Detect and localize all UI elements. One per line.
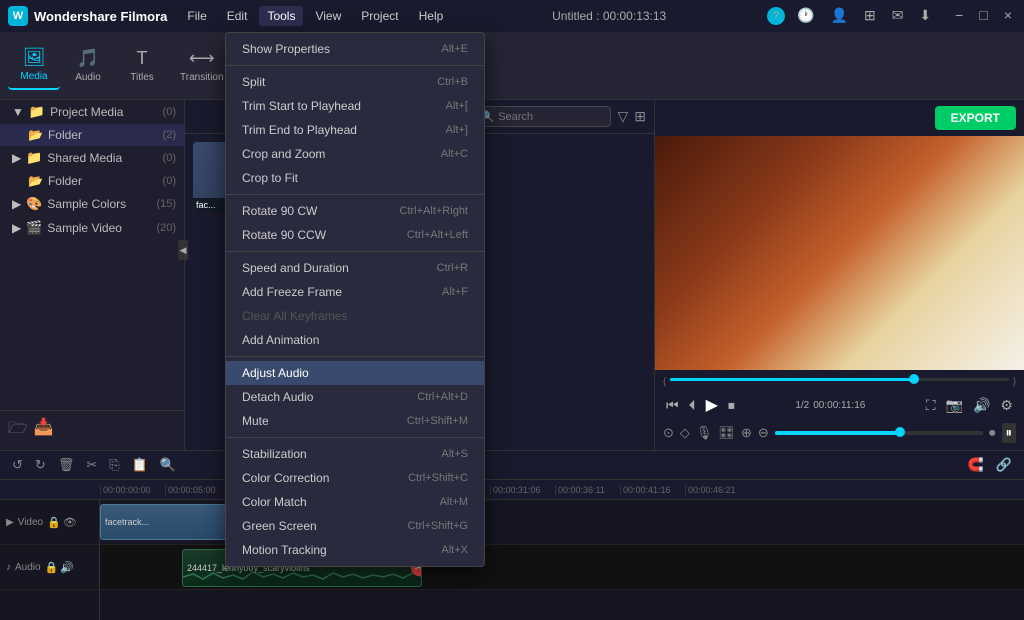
menu-green-screen[interactable]: Green Screen Ctrl+Shift+G <box>226 514 484 538</box>
menu-show-properties[interactable]: Show Properties Alt+E <box>226 37 484 61</box>
menu-speed-duration[interactable]: Speed and Duration Ctrl+R <box>226 256 484 280</box>
menu-stabilization[interactable]: Stabilization Alt+S <box>226 442 484 466</box>
menu-sep-1 <box>226 65 484 66</box>
menu-sep-5 <box>226 437 484 438</box>
menu-rotate-ccw[interactable]: Rotate 90 CCW Ctrl+Alt+Left <box>226 223 484 247</box>
menu-clear-keyframes: Clear All Keyframes <box>226 304 484 328</box>
menu-split[interactable]: Split Ctrl+B <box>226 70 484 94</box>
menu-trim-end[interactable]: Trim End to Playhead Alt+] <box>226 118 484 142</box>
menu-sep-2 <box>226 194 484 195</box>
menu-mute[interactable]: Mute Ctrl+Shift+M <box>226 409 484 433</box>
menu-color-match[interactable]: Color Match Alt+M <box>226 490 484 514</box>
menu-add-animation[interactable]: Add Animation <box>226 328 484 352</box>
menu-crop-fit[interactable]: Crop to Fit <box>226 166 484 190</box>
menu-crop-zoom[interactable]: Crop and Zoom Alt+C <box>226 142 484 166</box>
menu-trim-start[interactable]: Trim Start to Playhead Alt+[ <box>226 94 484 118</box>
dropdown-overlay[interactable] <box>0 0 1024 620</box>
menu-freeze-frame[interactable]: Add Freeze Frame Alt+F <box>226 280 484 304</box>
menu-adjust-audio[interactable]: Adjust Audio <box>226 361 484 385</box>
menu-sep-4 <box>226 356 484 357</box>
menu-sep-3 <box>226 251 484 252</box>
menu-motion-tracking[interactable]: Motion Tracking Alt+X <box>226 538 484 562</box>
tools-menu: Show Properties Alt+E Split Ctrl+B Trim … <box>225 32 485 567</box>
menu-rotate-cw[interactable]: Rotate 90 CW Ctrl+Alt+Right <box>226 199 484 223</box>
menu-detach-audio[interactable]: Detach Audio Ctrl+Alt+D <box>226 385 484 409</box>
menu-color-correction[interactable]: Color Correction Ctrl+Shift+C <box>226 466 484 490</box>
